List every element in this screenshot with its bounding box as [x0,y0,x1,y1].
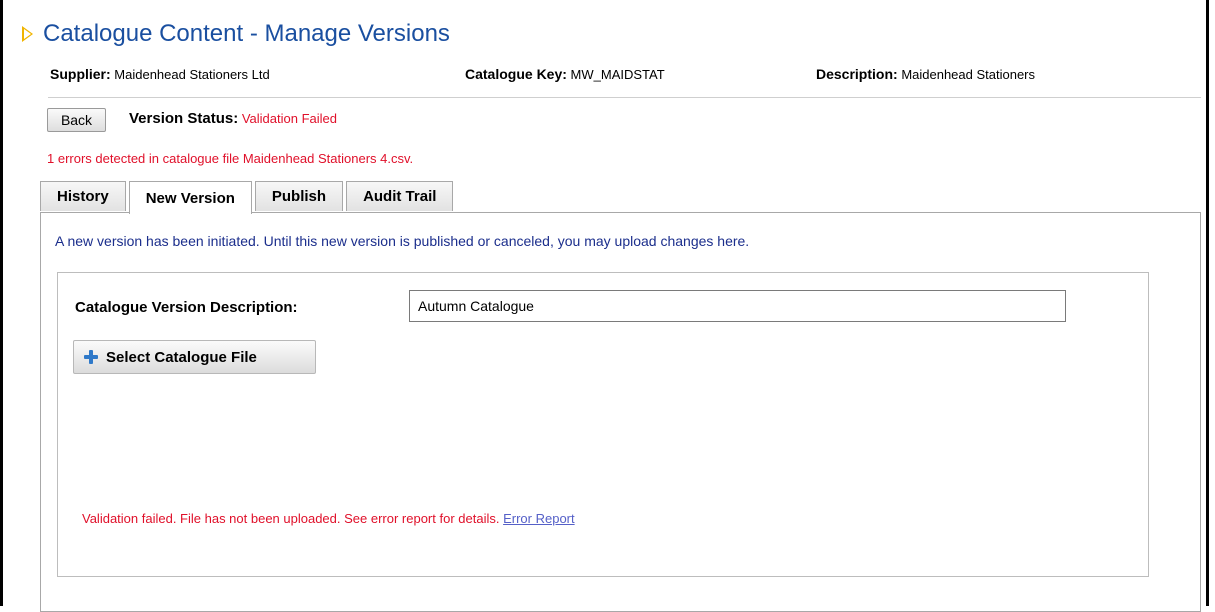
catalogue-key-info: Catalogue Key: MW_MAIDSTAT [465,66,665,82]
description-value: Maidenhead Stationers [901,67,1036,82]
version-status: Version Status: Validation Failed [129,110,337,127]
version-status-value: Validation Failed [241,111,337,126]
tab-history[interactable]: History [40,181,126,211]
validation-failed-message: Validation failed. File has not been upl… [82,511,575,526]
triangle-right-icon [22,26,33,42]
select-catalogue-file-button[interactable]: Select Catalogue File [73,340,316,374]
upload-form-box: Catalogue Version Description: Select Ca… [57,272,1149,577]
version-description-input[interactable] [409,290,1066,322]
back-button[interactable]: Back [47,108,106,132]
supplier-label: Supplier: [50,66,111,82]
supplier-info: Supplier: Maidenhead Stationers Ltd [50,66,270,82]
description-info: Description: Maidenhead Stationers [816,66,1035,82]
tab-audit-trail[interactable]: Audit Trail [346,181,454,211]
errors-message: 1 errors detected in catalogue file Maid… [47,151,414,166]
supplier-value: Maidenhead Stationers Ltd [114,67,270,82]
version-status-label: Version Status: [129,110,239,127]
tab-publish[interactable]: Publish [254,181,344,211]
plus-icon [84,350,98,364]
new-version-notice: A new version has been initiated. Until … [55,233,750,249]
page-header: Catalogue Content - Manage Versions [22,17,450,51]
select-catalogue-file-label: Select Catalogue File [106,348,257,366]
header-divider [48,97,1201,98]
version-description-label: Catalogue Version Description: [75,299,298,316]
description-label: Description: [816,66,898,82]
catalogue-key-label: Catalogue Key: [465,66,567,82]
validation-failed-text: Validation failed. File has not been upl… [82,511,500,526]
tab-bar: History New Version Publish Audit Trail [40,181,456,214]
error-report-link[interactable]: Error Report [503,511,575,526]
new-version-panel: A new version has been initiated. Until … [40,212,1201,612]
catalogue-key-value: MW_MAIDSTAT [570,67,665,82]
tab-new-version[interactable]: New Version [128,181,252,214]
page-title: Catalogue Content - Manage Versions [43,20,450,47]
